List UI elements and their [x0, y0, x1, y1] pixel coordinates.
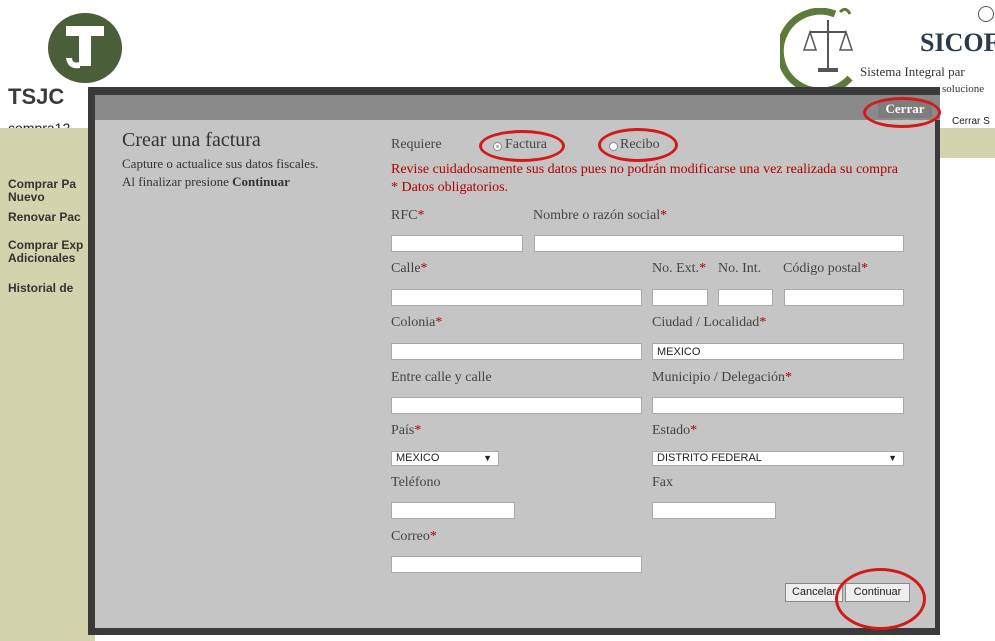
telefono-label: Teléfono [391, 475, 441, 490]
required-star: * [699, 261, 707, 276]
modal-description: Capture o actualice sus datos fiscales. [122, 156, 319, 171]
dropdown-arrow-icon: ▼ [483, 453, 492, 463]
brand-subtitle-2: solucione [942, 83, 985, 95]
required-star: * [429, 529, 437, 544]
municipio-label-text: Municipio / Delegación [652, 370, 785, 385]
annotation-circle-factura [479, 130, 565, 162]
required-note: * Datos obligatorios. [391, 180, 509, 195]
required-star: * [420, 261, 428, 276]
scale-logo-icon [776, 7, 858, 95]
no-int-input[interactable] [718, 289, 773, 306]
cp-input[interactable] [784, 289, 904, 306]
sidebar-item-comprar[interactable]: Comprar Pa [8, 178, 93, 191]
no-ext-input[interactable] [652, 289, 708, 306]
estado-label-text: Estado [652, 423, 691, 438]
sidebar-item-adicionales[interactable]: Adicionales [8, 252, 93, 265]
estado-select[interactable]: DISTRITO FEDERAL ▼ [652, 451, 904, 466]
rfc-input[interactable] [391, 235, 523, 252]
logo-text: TSJC [8, 84, 65, 109]
pais-label-text: País [391, 423, 415, 438]
nombre-label: Nombre o razón social* [533, 208, 667, 224]
rfc-label: RFC* [391, 208, 424, 224]
sidebar-item-comprar-exp[interactable]: Comprar Exp [8, 239, 93, 252]
municipio-input[interactable] [652, 397, 904, 414]
requiere-label: Requiere [391, 137, 442, 152]
required-star: * [435, 315, 443, 330]
no-ext-label: No. Ext.* [652, 261, 706, 277]
modal-instruction: Al finalizar presione Continuar [122, 174, 290, 190]
fax-label: Fax [652, 475, 673, 490]
colonia-input[interactable] [391, 343, 642, 360]
required-star: * [414, 423, 422, 438]
telefono-input[interactable] [391, 502, 515, 519]
correo-label: Correo* [391, 529, 437, 545]
modal-titlebar [95, 95, 940, 120]
colonia-label-text: Colonia [391, 315, 436, 330]
modal-title: Crear una factura [122, 129, 261, 151]
calle-input[interactable] [391, 289, 642, 306]
annotation-circle-continue [835, 568, 926, 630]
instruction-text: Al finalizar presione [122, 174, 229, 189]
annotation-circle-close [863, 97, 941, 128]
sidebar-item-nuevo[interactable]: Nuevo [8, 191, 93, 204]
required-star: * [784, 370, 792, 385]
ciudad-label: Ciudad / Localidad* [652, 315, 766, 331]
calle-label-text: Calle [391, 261, 421, 276]
modal-body [95, 120, 935, 628]
required-star: * [660, 208, 668, 223]
rfc-label-text: RFC [391, 208, 418, 223]
entre-calle-input[interactable] [391, 397, 642, 414]
pais-select[interactable]: MEXICO ▼ [391, 451, 499, 466]
ciudad-label-text: Ciudad / Localidad [652, 315, 760, 330]
nombre-label-text: Nombre o razón social [533, 208, 661, 223]
required-star: * [690, 423, 698, 438]
required-star: * [759, 315, 767, 330]
required-star: * [417, 208, 425, 223]
no-ext-label-text: No. Ext. [652, 261, 700, 276]
brand-subtitle: Sistema Integral par [860, 64, 965, 79]
nombre-input[interactable] [534, 235, 904, 252]
estado-label: Estado* [652, 423, 697, 439]
fax-input[interactable] [652, 502, 776, 519]
estado-value: DISTRITO FEDERAL [657, 452, 762, 464]
pais-value: MEXICO [396, 452, 440, 464]
calle-label: Calle* [391, 261, 428, 277]
sidebar-item-renovar[interactable]: Renovar Pac [8, 211, 93, 224]
brand-title: SICOF [920, 28, 995, 57]
correo-label-text: Correo [391, 529, 430, 544]
municipio-label: Municipio / Delegación* [652, 370, 792, 386]
brand-icon [978, 6, 994, 22]
annotation-circle-recibo [598, 128, 678, 162]
tsj-logo-icon [46, 12, 124, 84]
ciudad-input[interactable]: MEXICO [652, 343, 904, 360]
sidebar: Comprar Pa Nuevo Renovar Pac Comprar Exp… [0, 158, 95, 641]
logout-link[interactable]: Cerrar S [952, 116, 990, 127]
pais-label: País* [391, 423, 421, 439]
cp-label: Código postal* [783, 261, 868, 277]
dropdown-arrow-icon: ▼ [888, 453, 897, 463]
entre-calle-label: Entre calle y calle [391, 370, 492, 385]
sidebar-item-historial[interactable]: Historial de [8, 282, 93, 295]
instruction-bold: Continuar [232, 174, 290, 189]
correo-input[interactable] [391, 556, 642, 573]
cp-label-text: Código postal [783, 261, 862, 276]
warning-text: Revise cuidadosamente sus datos pues no … [391, 162, 898, 177]
no-int-label: No. Int. [718, 261, 762, 276]
colonia-label: Colonia* [391, 315, 442, 331]
required-star: * [861, 261, 869, 276]
